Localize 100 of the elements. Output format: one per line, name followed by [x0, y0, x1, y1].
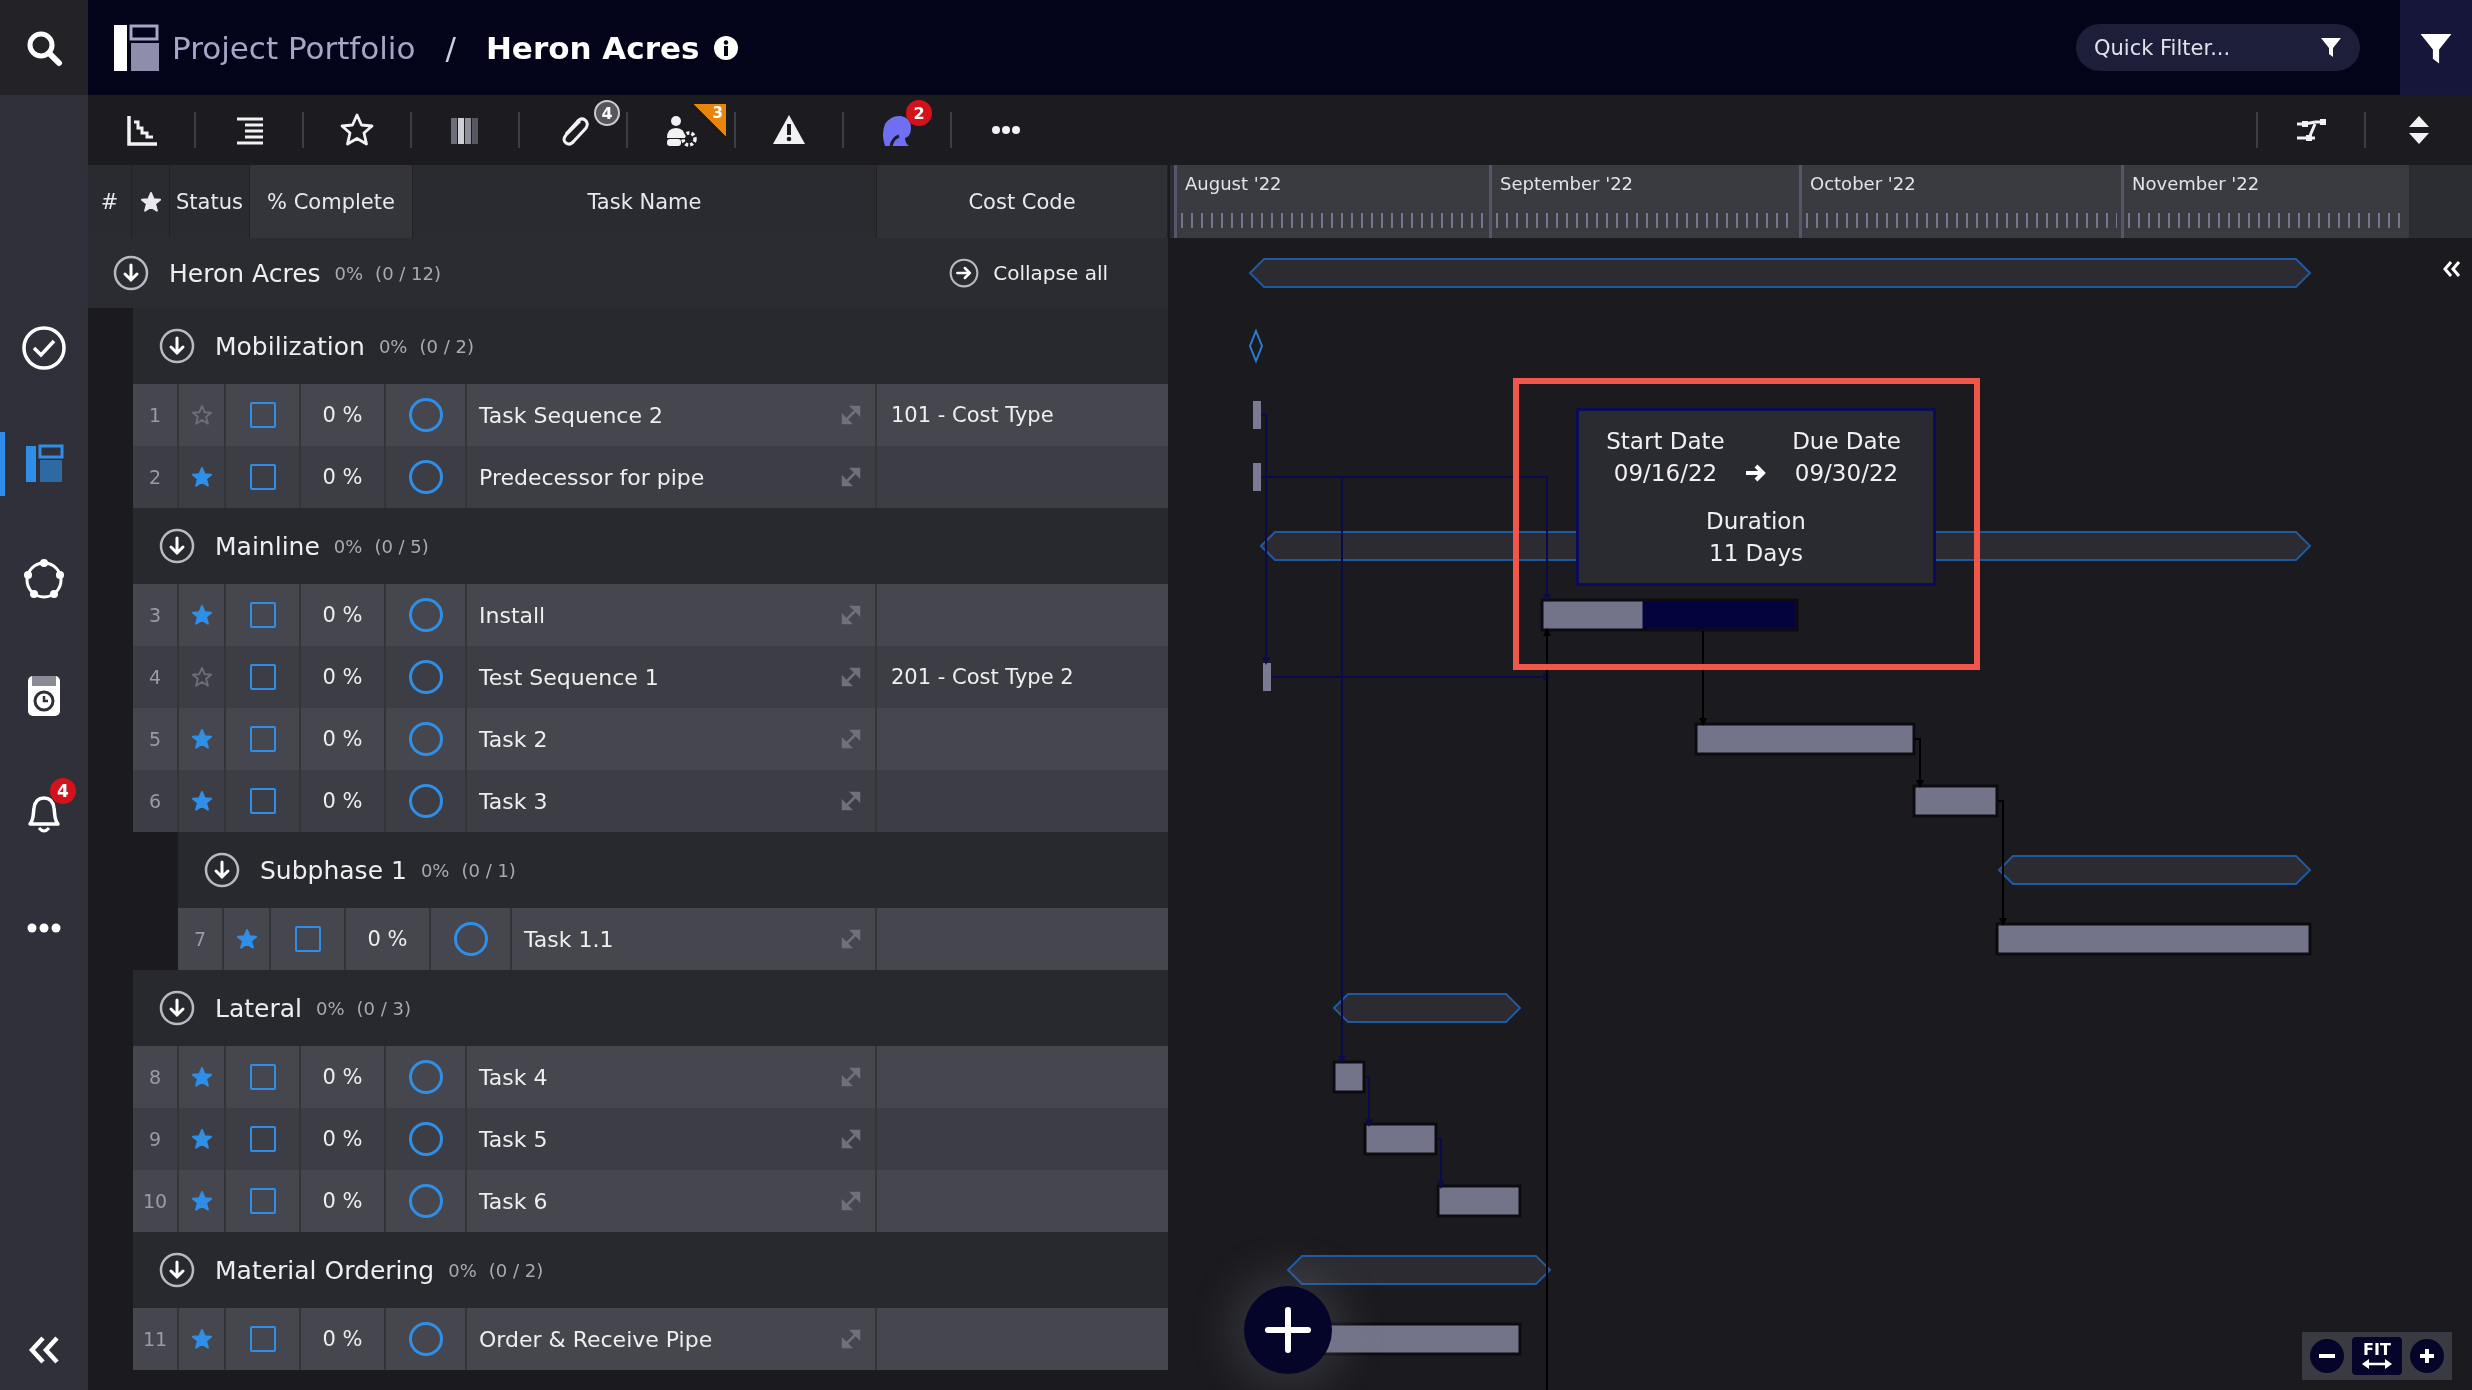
checkbox[interactable] — [249, 1126, 276, 1152]
expand-icon[interactable] — [839, 1127, 863, 1151]
star-icon[interactable] — [339, 112, 375, 148]
expand-icon[interactable] — [839, 727, 863, 751]
task-count: (0 / 2) — [419, 335, 474, 357]
expand-icon[interactable] — [839, 789, 863, 813]
row-number: 8 — [148, 1066, 162, 1088]
checkbox[interactable] — [249, 664, 276, 690]
status-ring-icon[interactable] — [408, 784, 443, 818]
checkbox[interactable] — [249, 788, 276, 814]
expand-icon[interactable] — [839, 403, 863, 427]
collapse-all-button[interactable]: Collapse all — [949, 258, 1108, 288]
cost-code: 201 - Cost Type 2 — [891, 665, 1074, 689]
star-icon[interactable] — [190, 790, 213, 812]
month-header: November '22 — [2121, 165, 2409, 238]
check-circle-icon[interactable] — [20, 324, 68, 372]
expand-icon[interactable] — [839, 927, 863, 951]
checkbox[interactable] — [249, 726, 276, 752]
column-header[interactable]: # — [100, 189, 119, 214]
star-icon[interactable] — [190, 666, 213, 688]
percent-complete: 0% — [378, 335, 408, 357]
task-name[interactable]: Task Sequence 2 — [479, 402, 663, 428]
summary-bar[interactable] — [1997, 855, 2312, 885]
arrow-circle-icon[interactable] — [159, 990, 195, 1026]
status-ring-icon[interactable] — [408, 1184, 443, 1218]
group-name: Subphase 1 — [260, 855, 407, 885]
summary-bar[interactable] — [1248, 258, 2312, 288]
expand-icon[interactable] — [839, 603, 863, 627]
due-date: 09/30/22 — [1794, 459, 1899, 488]
status-ring-icon[interactable] — [408, 598, 443, 632]
filter-icon[interactable] — [2320, 36, 2342, 58]
milestone-icon[interactable] — [1248, 328, 1264, 364]
status-ring-icon[interactable] — [408, 1060, 443, 1094]
star-icon[interactable] — [190, 1066, 213, 1088]
column-header[interactable]: Cost Code — [968, 189, 1076, 214]
zoom-out-button[interactable] — [2310, 1339, 2344, 1373]
count-badge: 3 — [694, 104, 726, 136]
task-name[interactable]: Install — [479, 602, 546, 628]
task-count: (0 / 1) — [461, 859, 516, 881]
zoom-in-button[interactable] — [2410, 1339, 2444, 1373]
status-ring-icon[interactable] — [408, 460, 443, 494]
start-date-label: Start Date — [1606, 427, 1725, 456]
status-ring-icon[interactable] — [408, 398, 443, 432]
task-name[interactable]: Order & Receive Pipe — [479, 1326, 713, 1352]
task-name[interactable]: Task 3 — [479, 788, 548, 814]
star-icon[interactable] — [190, 604, 213, 626]
arrow-circle-icon[interactable] — [159, 1252, 195, 1288]
expand-icon[interactable] — [839, 465, 863, 489]
checkbox[interactable] — [249, 464, 276, 490]
percent-complete: 0 % — [322, 1065, 363, 1089]
expand-icon[interactable] — [839, 1065, 863, 1089]
info-icon[interactable] — [713, 34, 740, 61]
status-ring-icon[interactable] — [408, 1122, 443, 1156]
arrow-circle-icon[interactable] — [949, 258, 980, 288]
star-icon — [139, 190, 162, 213]
summary-bar[interactable] — [1332, 993, 1522, 1023]
expand-icon[interactable] — [839, 1189, 863, 1213]
column-header[interactable]: Task Name — [587, 189, 702, 214]
task-name[interactable]: Task 6 — [479, 1188, 548, 1214]
status-ring-icon[interactable] — [408, 1322, 443, 1356]
task-name[interactable]: Task 1.1 — [524, 926, 614, 952]
checkbox[interactable] — [249, 1064, 276, 1090]
percent-complete: 0 % — [322, 1127, 363, 1151]
expand-icon[interactable] — [839, 1327, 863, 1351]
checkbox[interactable] — [249, 402, 276, 428]
task-name[interactable]: Task 5 — [479, 1126, 548, 1152]
star-icon[interactable] — [190, 1190, 213, 1212]
dependency-line — [1436, 1138, 1445, 1189]
star-icon[interactable] — [190, 728, 213, 750]
arrow-circle-icon[interactable] — [204, 852, 240, 888]
count-badge: 4 — [594, 100, 620, 126]
expand-icon[interactable] — [839, 665, 863, 689]
status-ring-icon[interactable] — [453, 922, 488, 956]
checkbox[interactable] — [294, 926, 321, 952]
filter-button[interactable] — [2400, 0, 2472, 95]
collapse-icon[interactable] — [27, 1335, 61, 1365]
checkbox[interactable] — [249, 1188, 276, 1214]
arrow-icon — [1744, 463, 1768, 483]
arrow-circle-icon[interactable] — [113, 255, 149, 291]
minus-icon — [2319, 1354, 2335, 1358]
task-name[interactable]: Predecessor for pipe — [479, 464, 705, 490]
checkbox[interactable] — [249, 1326, 276, 1352]
star-icon[interactable] — [190, 466, 213, 488]
star-icon[interactable] — [190, 404, 213, 426]
arrow-circle-icon[interactable] — [159, 528, 195, 564]
arrow-circle-icon[interactable] — [159, 328, 195, 364]
star-icon[interactable] — [190, 1328, 213, 1350]
status-ring-icon[interactable] — [408, 660, 443, 694]
logo-icon[interactable] — [112, 22, 160, 73]
collapse-icon[interactable] — [2442, 260, 2462, 278]
fit-button[interactable]: FIT — [2352, 1337, 2402, 1375]
status-ring-icon[interactable] — [408, 722, 443, 756]
task-name[interactable]: Task 4 — [479, 1064, 548, 1090]
task-name[interactable]: Task 2 — [479, 726, 548, 752]
star-icon[interactable] — [190, 1128, 213, 1150]
task-name[interactable]: Test Sequence 1 — [479, 664, 659, 690]
star-icon[interactable] — [235, 928, 258, 950]
checkbox[interactable] — [249, 602, 276, 628]
breadcrumb-item[interactable]: Project Portfolio — [172, 29, 416, 66]
quick-filter-field[interactable]: Quick Filter... — [2076, 24, 2360, 71]
